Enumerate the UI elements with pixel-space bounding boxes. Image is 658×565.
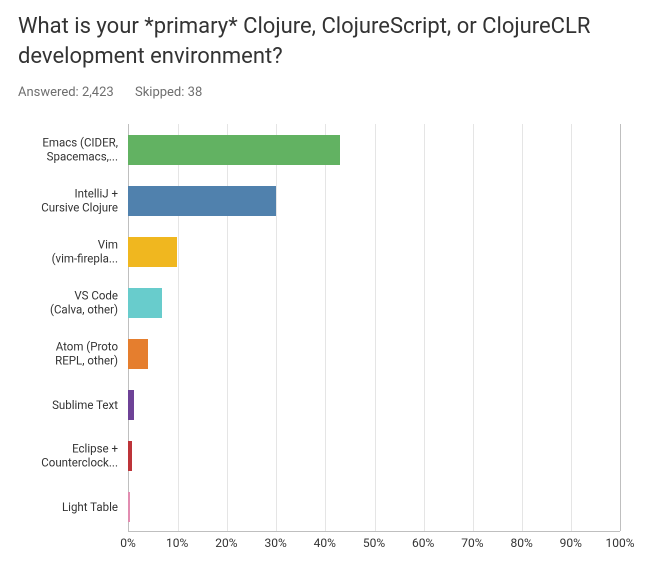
bar: [128, 288, 162, 318]
bar-track: [128, 441, 620, 471]
category-label: VS Code (Calva, other): [18, 289, 118, 318]
skipped-count: 38: [188, 85, 203, 100]
bar-track: [128, 237, 620, 267]
grid-line: [620, 124, 621, 531]
bar-chart: Emacs (CIDER, Spacemacs,... IntelliJ + Cu…: [18, 116, 640, 556]
bar: [128, 441, 132, 471]
bar-track: [128, 390, 620, 420]
x-axis: 0%10%20%30%40%50%60%70%80%90%100%: [128, 532, 620, 556]
x-tick-label: 50%: [363, 536, 385, 550]
bar-track: [128, 492, 620, 522]
x-tick-label: 40%: [314, 536, 336, 550]
bar: [128, 186, 276, 216]
category-label: Eclipse + Counterclock...: [18, 442, 118, 471]
chart-row: Sublime Text: [18, 379, 620, 430]
x-tick-label: 60%: [412, 536, 434, 550]
bar: [128, 135, 340, 165]
chart-row: IntelliJ + Cursive Clojure: [18, 175, 620, 226]
chart-title: What is your *primary* Clojure, ClojureS…: [18, 12, 640, 71]
category-label: Light Table: [18, 500, 118, 514]
bar-track: [128, 186, 620, 216]
x-tick-label: 0%: [120, 536, 136, 550]
x-tick-label: 70%: [461, 536, 483, 550]
bar-track: [128, 288, 620, 318]
bar: [128, 237, 177, 267]
chart-row: Atom (Proto REPL, other): [18, 328, 620, 379]
chart-row: Vim (vim-firepla...: [18, 226, 620, 277]
category-label: Sublime Text: [18, 398, 118, 412]
x-tick-label: 90%: [560, 536, 582, 550]
chart-row: Emacs (CIDER, Spacemacs,...: [18, 124, 620, 175]
skipped-label: Skipped:: [135, 85, 184, 100]
bar-track: [128, 135, 620, 165]
chart-row: VS Code (Calva, other): [18, 277, 620, 328]
chart-row: Eclipse + Counterclock...: [18, 430, 620, 481]
response-meta: Answered: 2,423 Skipped: 38: [18, 85, 640, 100]
chart-row: Light Table: [18, 481, 620, 532]
category-label: IntelliJ + Cursive Clojure: [18, 187, 118, 216]
chart-rows: Emacs (CIDER, Spacemacs,... IntelliJ + Cu…: [18, 124, 620, 532]
category-label: Atom (Proto REPL, other): [18, 340, 118, 369]
x-tick-label: 20%: [215, 536, 237, 550]
answered-label: Answered:: [18, 85, 79, 100]
bar: [128, 390, 134, 420]
category-label: Vim (vim-firepla...: [18, 238, 118, 267]
bar: [128, 492, 130, 522]
answered-count: 2,423: [82, 85, 114, 100]
category-label: Emacs (CIDER, Spacemacs,...: [18, 136, 118, 165]
x-tick-label: 10%: [166, 536, 188, 550]
bar-track: [128, 339, 620, 369]
x-tick-label: 80%: [510, 536, 532, 550]
bar: [128, 339, 148, 369]
x-tick-label: 30%: [264, 536, 286, 550]
x-tick-label: 100%: [605, 536, 634, 550]
